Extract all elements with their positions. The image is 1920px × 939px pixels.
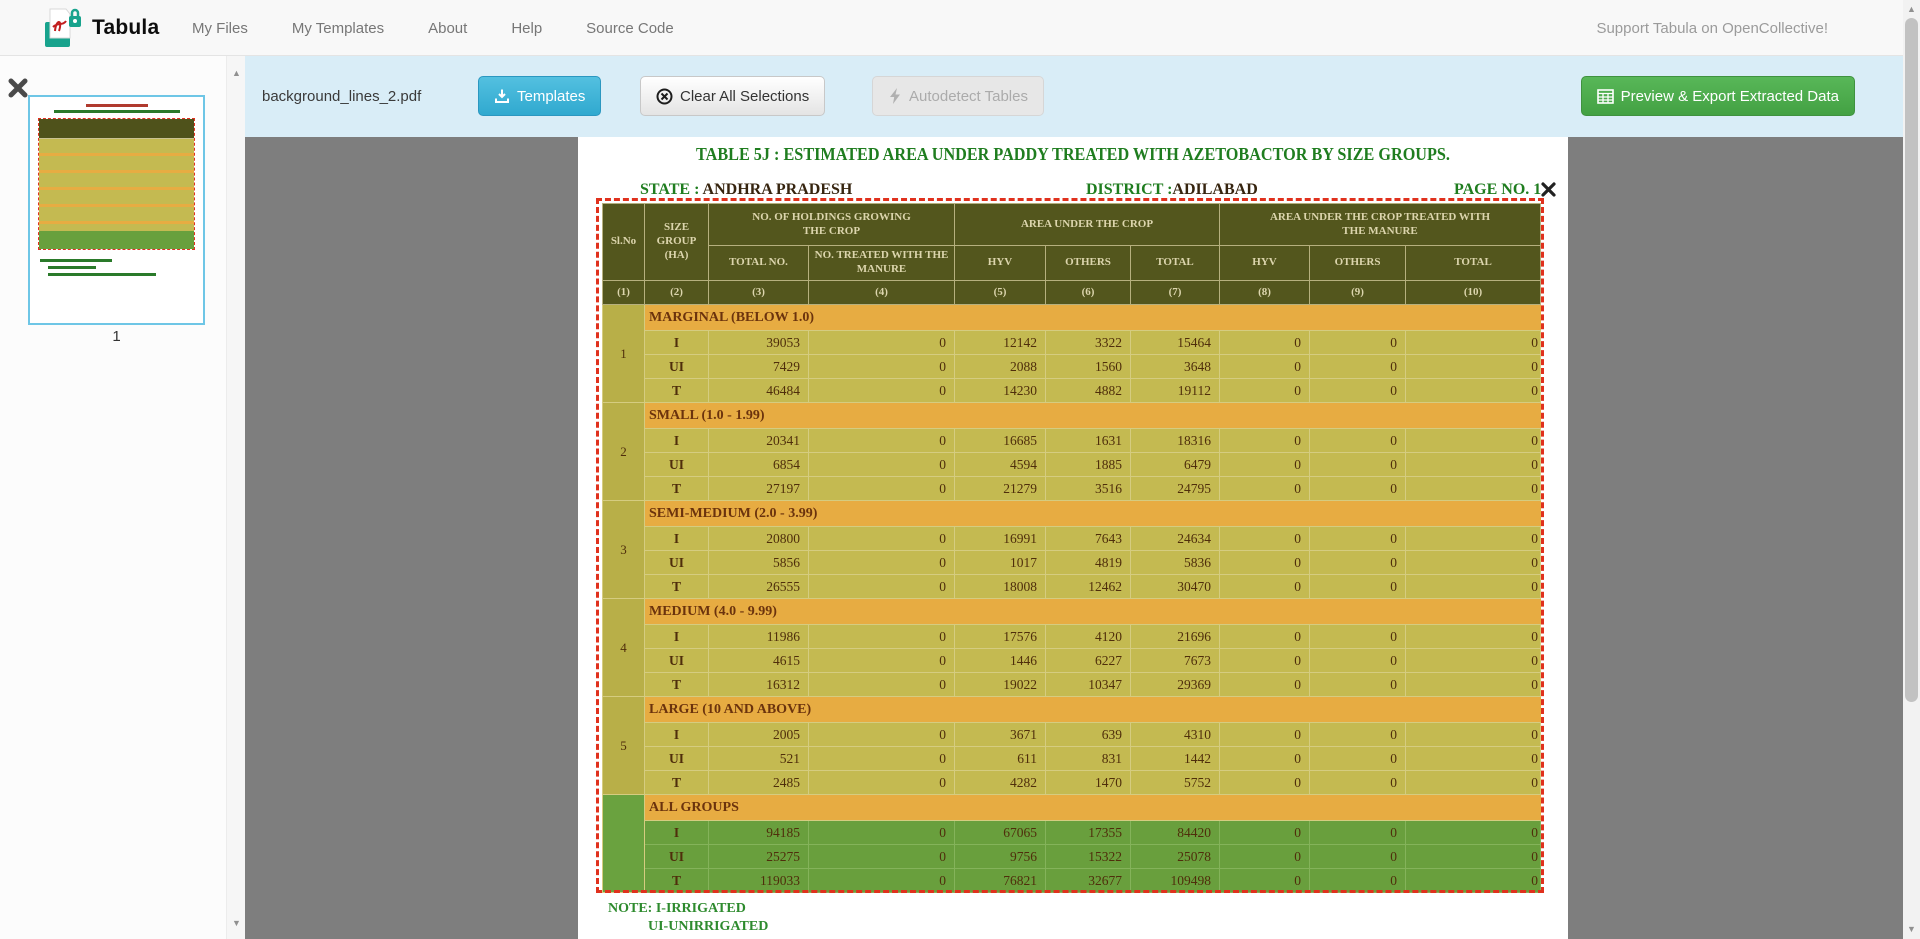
main-scrollbar[interactable]: ▲ ▼ [1903,0,1920,939]
pdf-page[interactable]: TABLE 5J : ESTIMATED AREA UNDER PADDY TR… [578,137,1568,939]
sidebar: 1 ▲ ▼ [0,56,245,939]
templates-button-label: Templates [517,88,585,105]
district-label: DISTRICT : [1086,181,1172,198]
thumb-note-line [48,273,156,276]
nav-links: My Files My Templates About Help Source … [192,0,674,56]
pdf-viewport: TABLE 5J : ESTIMATED AREA UNDER PADDY TR… [245,137,1903,939]
clear-all-selections-button[interactable]: Clear All Selections [640,76,825,116]
page-number-label: 1 [28,328,205,345]
table-selection-region[interactable] [596,198,1544,893]
thumb-title-line [86,104,148,107]
district-heading: DISTRICT :ADILABAD [1086,181,1258,199]
close-page-icon[interactable] [8,78,28,98]
scroll-up-icon[interactable]: ▲ [1903,4,1920,14]
state-value: ANDHRA PRADESH [699,181,852,198]
support-link[interactable]: Support Tabula on OpenCollective! [1596,0,1828,56]
nav-item-my-templates[interactable]: My Templates [292,20,384,37]
nav-item-help[interactable]: Help [511,20,542,37]
templates-button[interactable]: Templates [478,76,601,116]
remove-selection-icon[interactable] [1540,181,1557,198]
thumb-note-line [40,259,112,262]
toolbar: background_lines_2.pdf Templates Clear A… [245,56,1903,137]
thumb-table-header [39,119,194,139]
state-heading: STATE : ANDHRA PRADESH [640,181,852,199]
sidebar-scrollbar[interactable]: ▲ ▼ [226,56,245,939]
autodetect-tables-button[interactable]: Autodetect Tables [872,76,1044,116]
templates-icon [494,88,510,104]
nav-item-my-files[interactable]: My Files [192,20,248,37]
thumb-title-line [54,110,180,113]
scroll-down-icon[interactable]: ▼ [1903,924,1920,934]
preview-export-button[interactable]: Preview & Export Extracted Data [1581,76,1855,116]
filename-label: background_lines_2.pdf [262,56,421,137]
thumb-table-footer [39,231,194,249]
thumb-table [38,118,195,250]
brand[interactable]: Tabula [44,7,159,49]
brand-name: Tabula [92,16,159,40]
state-label: STATE : [640,181,699,198]
autodetect-button-label: Autodetect Tables [909,88,1028,105]
clear-selections-icon [656,88,673,105]
nav-item-about[interactable]: About [428,20,467,37]
note-line-1: NOTE: I-IRRIGATED [608,901,746,917]
nav-item-source-code[interactable]: Source Code [586,20,674,37]
export-button-label: Preview & Export Extracted Data [1621,88,1839,105]
scroll-down-icon[interactable]: ▼ [227,918,246,928]
navbar: Tabula My Files My Templates About Help … [0,0,1920,56]
scroll-up-icon[interactable]: ▲ [227,68,246,78]
page-thumbnail[interactable] [28,95,205,325]
clear-button-label: Clear All Selections [680,88,809,105]
thumb-note-line [48,266,96,269]
document-title: TABLE 5J : ESTIMATED AREA UNDER PADDY TR… [628,144,1519,165]
thumb-table-body [39,139,194,231]
tabula-logo-icon [44,7,82,49]
scrollbar-thumb[interactable] [1905,18,1918,702]
district-value: ADILABAD [1172,181,1257,198]
lightning-icon [888,88,902,104]
table-export-icon [1597,89,1614,104]
note-line-2: UI-UNIRRIGATED [648,919,768,935]
page-no-label: PAGE NO. 1 [1454,181,1541,199]
